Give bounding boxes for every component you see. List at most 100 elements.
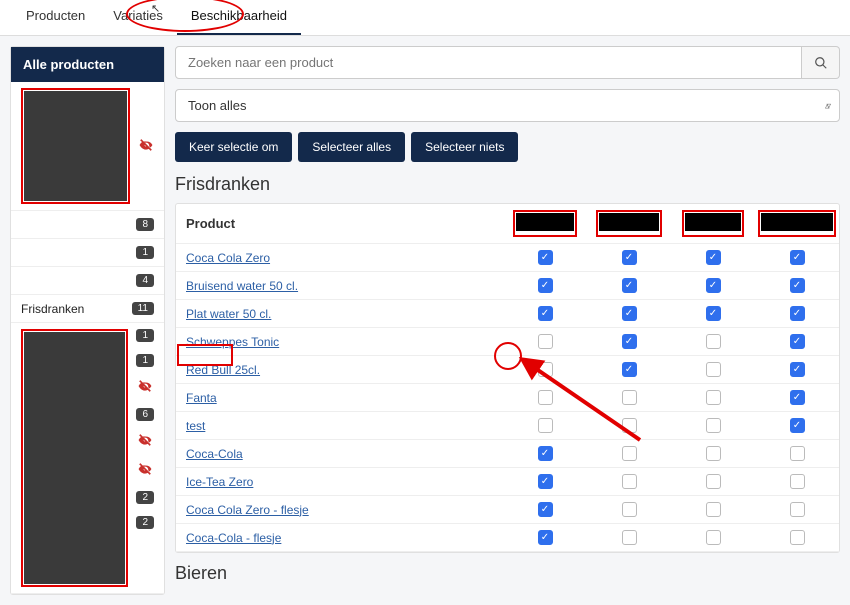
- sidebar-row[interactable]: 1: [11, 239, 164, 267]
- availability-checkbox[interactable]: ✓: [622, 278, 637, 293]
- availability-checkbox[interactable]: [706, 474, 721, 489]
- section-title-bieren: Bieren: [175, 563, 840, 584]
- search-input[interactable]: [175, 46, 802, 79]
- availability-checkbox[interactable]: [706, 446, 721, 461]
- availability-checkbox[interactable]: ✓: [622, 306, 637, 321]
- availability-checkbox[interactable]: ✓: [538, 250, 553, 265]
- sidebar-item-frisdranken[interactable]: Frisdranken11: [11, 295, 164, 323]
- availability-checkbox[interactable]: ✓: [706, 278, 721, 293]
- count-badge: 1: [136, 329, 154, 342]
- availability-checkbox[interactable]: [538, 334, 553, 349]
- availability-checkbox[interactable]: ✓: [538, 530, 553, 545]
- availability-checkbox[interactable]: [538, 362, 553, 377]
- tab-variaties[interactable]: Variaties: [99, 0, 177, 35]
- select-all-button[interactable]: Selecteer alles: [298, 132, 405, 162]
- main-content: Toon alles Keer selectie om Selecteer al…: [175, 46, 840, 595]
- availability-checkbox[interactable]: ✓: [622, 250, 637, 265]
- availability-checkbox[interactable]: [622, 418, 637, 433]
- products-table: Product Coca Cola Zero✓✓✓✓Bruisend water…: [175, 203, 840, 553]
- product-link[interactable]: Coca Cola Zero: [186, 251, 270, 265]
- select-none-button[interactable]: Selecteer niets: [411, 132, 518, 162]
- availability-checkbox[interactable]: [622, 446, 637, 461]
- availability-checkbox[interactable]: [706, 502, 721, 517]
- availability-checkbox[interactable]: ✓: [538, 306, 553, 321]
- availability-checkbox[interactable]: [790, 502, 805, 517]
- eye-off-icon: [137, 379, 153, 396]
- table-header-row: Product: [176, 204, 839, 244]
- table-row: Schweppes Tonic ✓ ✓: [176, 328, 839, 356]
- count-badge: 2: [136, 491, 154, 504]
- table-row: Coca-Cola - flesje ✓: [176, 524, 839, 552]
- availability-checkbox[interactable]: ✓: [790, 390, 805, 405]
- availability-checkbox[interactable]: [538, 418, 553, 433]
- count-badge: 6: [136, 408, 154, 421]
- availability-checkbox[interactable]: [706, 362, 721, 377]
- table-row: Plat water 50 cl. ✓ ✓ ✓ ✓: [176, 300, 839, 328]
- filter-select[interactable]: Toon alles: [175, 89, 840, 122]
- availability-checkbox[interactable]: [706, 390, 721, 405]
- availability-checkbox[interactable]: [706, 418, 721, 433]
- product-link[interactable]: Fanta: [186, 391, 217, 405]
- product-link[interactable]: Ice-Tea Zero: [186, 475, 253, 489]
- table-row: Coca Cola Zero ✓ ✓ ✓ ✓: [176, 244, 839, 272]
- count-badge: 11: [132, 302, 154, 315]
- availability-checkbox[interactable]: ✓: [790, 334, 805, 349]
- table-row: test ✓: [176, 412, 839, 440]
- availability-checkbox[interactable]: ✓: [538, 446, 553, 461]
- eye-off-icon: [137, 433, 153, 450]
- availability-checkbox[interactable]: [790, 530, 805, 545]
- availability-checkbox[interactable]: [622, 390, 637, 405]
- sidebar-row[interactable]: [11, 82, 164, 211]
- eye-off-icon: [137, 462, 153, 479]
- sidebar-header: Alle producten: [11, 47, 164, 82]
- availability-checkbox[interactable]: ✓: [538, 502, 553, 517]
- availability-checkbox[interactable]: [622, 474, 637, 489]
- availability-checkbox[interactable]: ✓: [790, 306, 805, 321]
- availability-checkbox[interactable]: [790, 474, 805, 489]
- tab-producten[interactable]: Producten: [12, 0, 99, 35]
- availability-checkbox[interactable]: [790, 446, 805, 461]
- availability-checkbox[interactable]: ✓: [790, 250, 805, 265]
- availability-checkbox[interactable]: [706, 334, 721, 349]
- table-row: Red Bull 25cl. ✓ ✓: [176, 356, 839, 384]
- product-link[interactable]: Plat water 50 cl.: [186, 307, 271, 321]
- invert-selection-button[interactable]: Keer selectie om: [175, 132, 292, 162]
- availability-checkbox[interactable]: ✓: [790, 418, 805, 433]
- availability-checkbox[interactable]: ✓: [706, 306, 721, 321]
- sidebar-row[interactable]: 1 1 6 2 2: [11, 323, 164, 594]
- availability-checkbox[interactable]: ✓: [622, 334, 637, 349]
- table-row: Bruisend water 50 cl. ✓ ✓ ✓ ✓: [176, 272, 839, 300]
- product-link[interactable]: Bruisend water 50 cl.: [186, 279, 298, 293]
- availability-checkbox[interactable]: ✓: [706, 250, 721, 265]
- availability-checkbox[interactable]: ✓: [538, 474, 553, 489]
- availability-checkbox[interactable]: [622, 530, 637, 545]
- availability-checkbox[interactable]: ✓: [790, 362, 805, 377]
- sidebar-item-label: Frisdranken: [21, 302, 132, 316]
- table-row: Ice-Tea Zero ✓: [176, 468, 839, 496]
- count-badge: 1: [136, 354, 154, 367]
- product-link[interactable]: Red Bull 25cl.: [186, 363, 260, 377]
- product-link[interactable]: test: [186, 419, 205, 433]
- sidebar-row[interactable]: 4: [11, 267, 164, 295]
- availability-checkbox[interactable]: [538, 390, 553, 405]
- product-link[interactable]: Coca Cola Zero - flesje: [186, 503, 309, 517]
- availability-checkbox[interactable]: [706, 530, 721, 545]
- product-link[interactable]: Schweppes Tonic: [186, 335, 279, 349]
- product-link[interactable]: Coca-Cola: [186, 447, 243, 461]
- search-button[interactable]: [802, 46, 840, 79]
- availability-checkbox[interactable]: ✓: [538, 278, 553, 293]
- tab-beschikbaarheid[interactable]: Beschikbaarheid: [177, 0, 301, 35]
- column-product: Product: [176, 210, 503, 237]
- availability-checkbox[interactable]: [622, 502, 637, 517]
- section-title-frisdranken: Frisdranken: [175, 174, 840, 195]
- table-row: Coca Cola Zero - flesje ✓: [176, 496, 839, 524]
- sidebar-row[interactable]: 8: [11, 211, 164, 239]
- cursor-icon: ↖: [151, 2, 160, 15]
- eye-off-icon: [138, 138, 154, 155]
- product-link[interactable]: Coca-Cola - flesje: [186, 531, 281, 545]
- availability-checkbox[interactable]: ✓: [622, 362, 637, 377]
- table-row: Coca-Cola ✓: [176, 440, 839, 468]
- availability-checkbox[interactable]: ✓: [790, 278, 805, 293]
- count-badge: 2: [136, 516, 154, 529]
- count-badge: 4: [136, 274, 154, 287]
